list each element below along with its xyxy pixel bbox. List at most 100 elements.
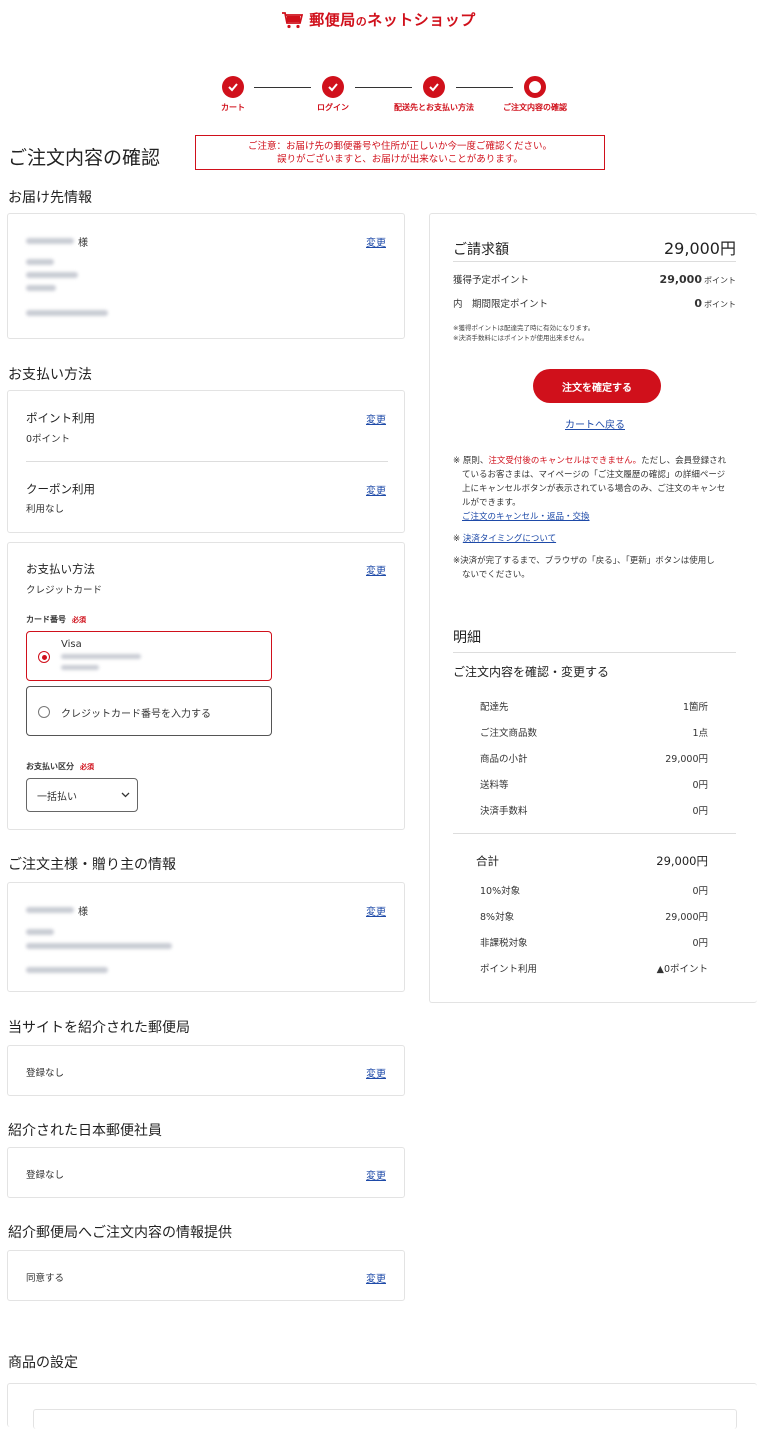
step-label-shipping: 配送先とお支払い方法 xyxy=(394,103,474,112)
postal-code-redacted xyxy=(26,929,54,935)
payment-timing-link[interactable]: 決済タイミングについて xyxy=(463,534,556,544)
site-logo[interactable]: 郵便局のネットショップ xyxy=(0,9,757,30)
card-number-label: カード番号 必須 xyxy=(26,614,86,625)
card-brand: Visa xyxy=(61,639,82,650)
step-label-login: ログイン xyxy=(317,103,349,112)
step-1-complete-icon xyxy=(222,76,244,98)
recipient-name-redacted xyxy=(26,238,74,244)
detail-label: ご注文商品数 xyxy=(480,728,538,739)
cancel-note-line: ※ 原則、注文受付後のキャンセルはできません。ただし、会員登録され xyxy=(453,454,738,468)
product-settings-card xyxy=(7,1383,757,1429)
orderer-section-title: ご注文主様・贈り主の情報 xyxy=(8,857,176,873)
info-provision-change-link[interactable]: 変更 xyxy=(366,1270,386,1285)
points-change-link[interactable]: 変更 xyxy=(366,411,386,426)
address-redacted xyxy=(26,272,78,278)
address-redacted xyxy=(26,943,172,949)
notice-line: 誤りがございますと、お届けが出来ないことがあります。 xyxy=(277,154,523,165)
detail-value: 0円 xyxy=(692,780,708,791)
saved-card-option[interactable]: Visa xyxy=(26,631,272,681)
detail-row: 送料等 0円 xyxy=(480,777,708,791)
check-icon xyxy=(228,83,238,92)
info-provision-section-title: 紹介郵便局へご注文内容の情報提供 xyxy=(8,1225,232,1241)
referral-staff-section-title: 紹介された日本郵便社員 xyxy=(8,1123,162,1139)
info-provision-card: 同意する 変更 xyxy=(7,1250,405,1301)
limited-points-label: 内 期間限定ポイント xyxy=(453,299,549,310)
tax-label: 10%対象 xyxy=(480,886,521,897)
cancel-note-line: ルができます。 xyxy=(462,498,521,508)
orderer-name-redacted xyxy=(26,907,74,913)
detail-label: 商品の小計 xyxy=(480,754,528,765)
info-provision-value: 同意する xyxy=(26,1273,65,1284)
details-subtitle: ご注文内容を確認・変更する xyxy=(453,665,610,679)
confirm-order-button[interactable]: 注文を確定する xyxy=(533,369,661,403)
detail-label: 送料等 xyxy=(480,780,509,791)
detail-row: 商品の小計 29,000円 xyxy=(480,751,708,765)
check-icon xyxy=(429,83,439,92)
cancel-note-line: ているお客さまは、マイページの「ご注文履歴の確認」の詳細ページ xyxy=(462,470,726,480)
divider xyxy=(453,833,736,834)
payment-method-change-link[interactable]: 変更 xyxy=(366,562,386,577)
points-usage-label: ポイント利用 xyxy=(26,411,95,425)
brand-name: 郵便局のネットショップ xyxy=(309,11,476,29)
divider xyxy=(453,261,736,262)
tax-value: 0円 xyxy=(692,886,708,897)
coupon-change-link[interactable]: 変更 xyxy=(366,482,386,497)
new-card-radio[interactable] xyxy=(38,706,50,718)
referral-office-value: 登録なし xyxy=(26,1068,65,1079)
name-suffix: 様 xyxy=(78,238,88,249)
tax-value: 0円 xyxy=(692,938,708,949)
installment-select[interactable]: 一括払い xyxy=(26,778,138,812)
tax-value: 29,000円 xyxy=(665,912,708,923)
referral-office-section-title: 当サイトを紹介された郵便局 xyxy=(8,1020,190,1036)
detail-row: 決済手数料 0円 xyxy=(480,803,708,817)
points-note: ※獲得ポイントは配達完了時に有効になります。 xyxy=(453,324,595,332)
product-item-card xyxy=(33,1409,737,1429)
total-label: 合計 xyxy=(476,854,499,868)
coupon-usage-label: クーポン利用 xyxy=(26,482,95,496)
cancel-return-exchange-link[interactable]: ご注文のキャンセル・返品・交換 xyxy=(462,512,590,522)
detail-row: 配達先 1箇所 xyxy=(480,699,708,713)
warning-line: ないでください。 xyxy=(462,570,530,580)
referral-staff-card: 登録なし 変更 xyxy=(7,1147,405,1198)
points-notes: ※獲得ポイントは配達完了時に有効になります。 ※決済手数料にはポイントが使用出来… xyxy=(453,323,594,343)
detail-label: 配達先 xyxy=(480,702,509,713)
total-row: 合計 29,000円 xyxy=(476,853,708,869)
name-suffix: 様 xyxy=(78,907,88,918)
delivery-card: 様 変更 xyxy=(7,213,405,339)
card-number-label-text: カード番号 xyxy=(26,615,66,624)
tax-row: 8%対象 29,000円 xyxy=(480,909,708,923)
billing-label: ご請求額 xyxy=(453,242,509,258)
step-3-complete-icon xyxy=(423,76,445,98)
back-to-cart-link[interactable]: カートへ戻る xyxy=(565,416,625,431)
cancel-note-line: 上にキャンセルボタンが表示されている場合のみ、ご注文のキャンセ xyxy=(462,484,726,494)
cancel-note-prefix: ※ 原則、 xyxy=(453,456,489,466)
installment-label: お支払い区分 必須 xyxy=(26,761,94,772)
referral-staff-change-link[interactable]: 変更 xyxy=(366,1167,386,1182)
limited-points-row: 内 期間限定ポイント 0 ポイント xyxy=(453,296,736,310)
divider xyxy=(26,461,388,462)
orderer-card: 様 変更 xyxy=(7,882,405,992)
delivery-change-link[interactable]: 変更 xyxy=(366,234,386,249)
detail-value: 0円 xyxy=(692,806,708,817)
referral-office-card: 登録なし 変更 xyxy=(7,1045,405,1096)
card-number-redacted xyxy=(61,654,141,659)
referral-office-change-link[interactable]: 変更 xyxy=(366,1065,386,1080)
points-unit: ポイント xyxy=(704,300,736,309)
card-expiry-redacted xyxy=(61,665,99,670)
step-label-confirm: ご注文内容の確認 xyxy=(503,103,567,112)
required-badge: 必須 xyxy=(80,763,94,771)
phone-redacted xyxy=(26,967,108,973)
tax-label: 8%対象 xyxy=(480,912,515,923)
step-connector xyxy=(456,87,513,88)
billing-amount: 29,000円 xyxy=(664,239,736,258)
orderer-change-link[interactable]: 変更 xyxy=(366,903,386,918)
address-warning-notice: ご注意：お届け先の郵便番号や住所が正しいか今一度ご確認ください。 誤りがございま… xyxy=(195,135,605,170)
new-card-option[interactable]: クレジットカード番号を入力する xyxy=(26,686,272,736)
limited-points-value: 0 xyxy=(694,297,702,310)
details-title: 明細 xyxy=(453,630,481,646)
warning-line: ※決済が完了するまで、ブラウザの「戻る」、「更新」ボタンは使用し xyxy=(453,556,715,566)
installment-selected-value: 一括払い xyxy=(37,791,77,803)
coupon-usage-value: 利用なし xyxy=(26,504,65,515)
saved-card-radio[interactable] xyxy=(38,651,50,663)
tax-row: ポイント利用 ▲0ポイント xyxy=(480,961,708,975)
